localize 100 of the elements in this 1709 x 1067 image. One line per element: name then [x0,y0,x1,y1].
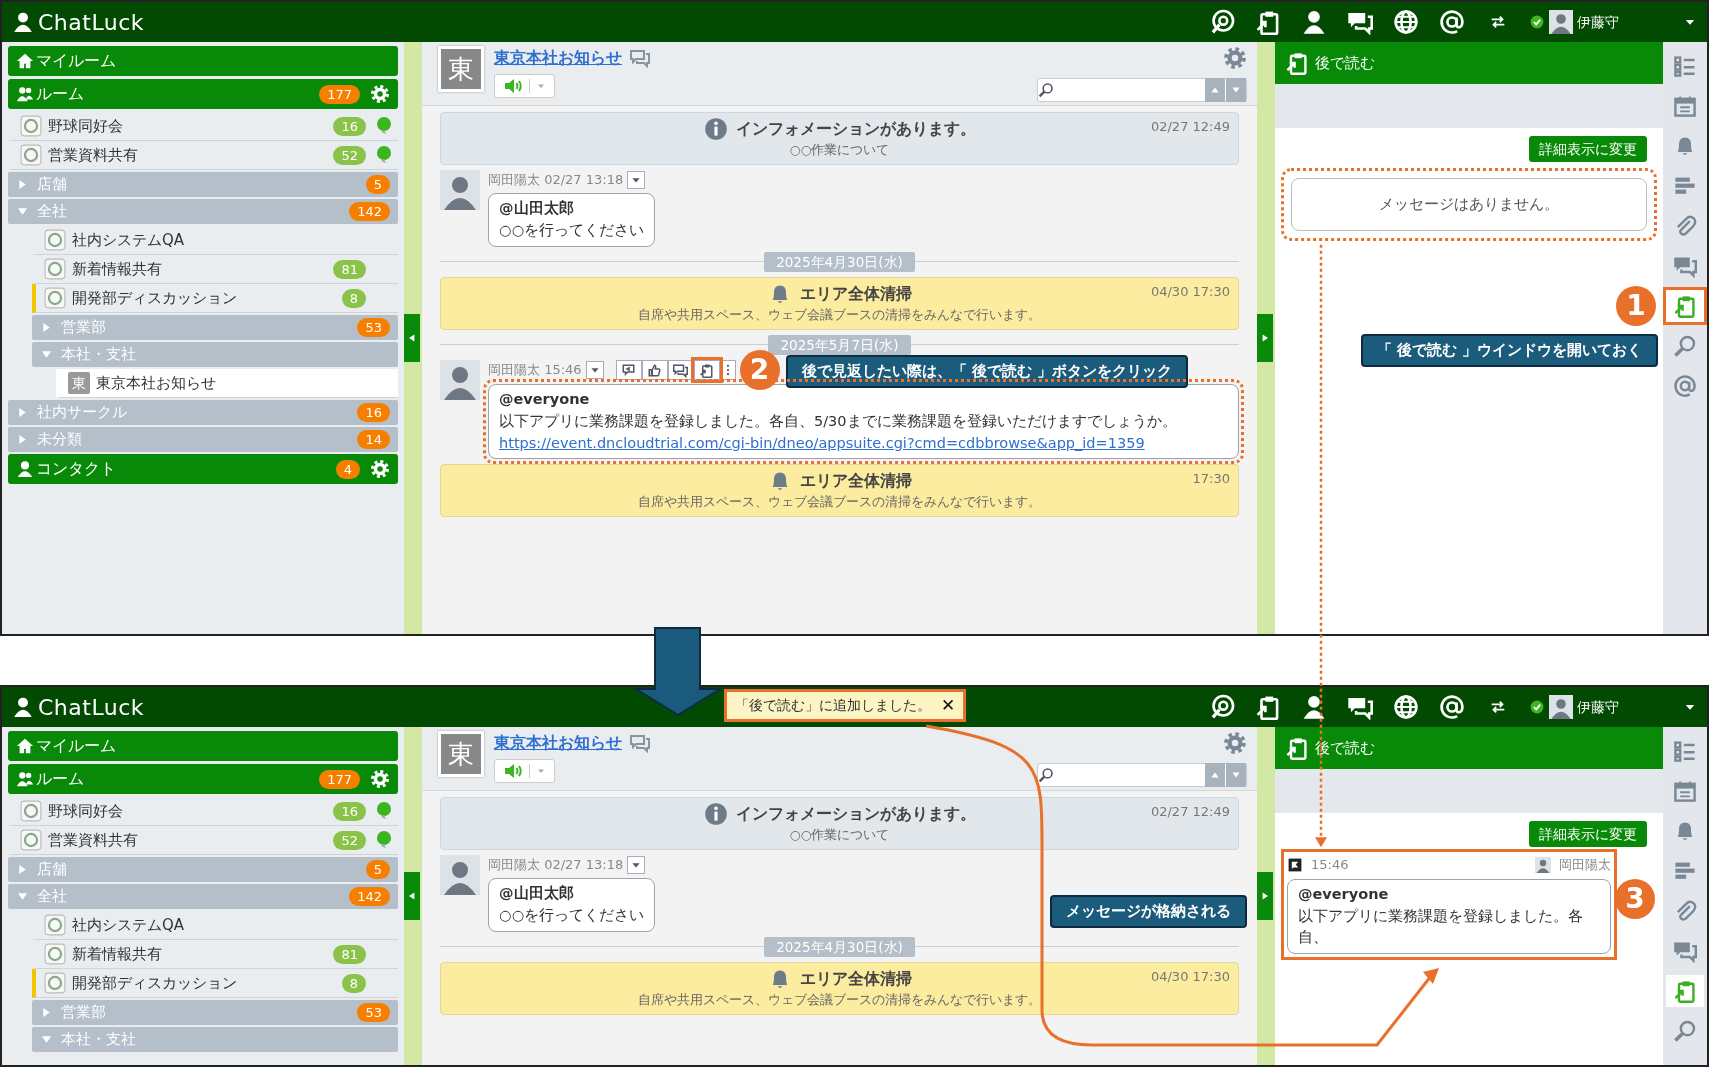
read-later-button[interactable] [693,360,720,380]
scroll-up-button[interactable] [1205,763,1225,787]
sound-toggle[interactable] [494,759,555,783]
user-name[interactable]: 伊藤守 [1577,11,1619,33]
room-item[interactable]: 新着情報共有 81 [32,940,398,969]
user-name[interactable]: 伊藤守 [1577,696,1619,718]
scroll-down-button[interactable] [1226,763,1246,787]
memo-icon[interactable] [630,48,650,68]
room-avatar: 東 [438,731,484,777]
count-badge: 52 [333,830,366,850]
message-body: 以下アプリに業務課題を登録しました。各自、5/30までに業務課題を登録いただけますでしょうか。 [499,411,1178,431]
collapse-handle[interactable] [404,872,420,920]
reply-button[interactable] [615,360,642,380]
mention: @everyone [1298,884,1390,904]
count-badge: 142 [349,202,390,221]
post-menu-button[interactable] [585,361,604,379]
room-item[interactable]: 野球同好会 16 [8,797,398,826]
scroll-down-button[interactable] [1226,78,1246,102]
expand-handle[interactable] [1257,314,1273,362]
settings-icon[interactable] [1223,46,1247,70]
room-avatar: 東 [68,372,90,394]
sidebar-section[interactable]: マイルーム [8,46,398,76]
globe-button[interactable] [1391,692,1421,722]
folder-name: 店舗 [37,859,67,881]
collapse-handle[interactable] [404,314,420,362]
count-badge: 16 [357,403,390,422]
room-item[interactable]: 営業資料共有 52 [8,826,398,855]
readlater-button[interactable] [1666,975,1704,1007]
room-item[interactable]: 営業資料共有 52 [8,141,398,170]
folder-item[interactable]: 店舗 5 [8,857,398,882]
message-body: ○○を行ってください [499,906,645,925]
folder-item[interactable]: 未分類 14 [8,427,398,452]
scroll-up-button[interactable] [1205,78,1225,102]
folder-item[interactable]: 社内サークル 16 [8,400,398,425]
count-badge: 53 [357,318,390,337]
calendar-icon [1673,94,1697,118]
search-field[interactable] [1037,78,1247,102]
people-icon [16,85,34,103]
message-title: インフォメーションがあります。 [735,118,976,140]
globe-button[interactable] [1391,7,1421,37]
sound-toggle[interactable] [494,74,555,98]
memo-icon[interactable] [630,733,650,753]
expand-handle[interactable] [1257,872,1273,920]
folder-item[interactable]: 営業部 53 [32,1000,398,1025]
room-item[interactable]: 新着情報共有 81 [32,255,398,284]
comment-icon [673,362,689,378]
room-name: 新着情報共有 [72,258,162,280]
message-title: エリア全体清掃 [799,968,912,990]
folder-name: 社内サークル [37,402,127,424]
count-badge: 53 [357,1003,390,1022]
room-item[interactable]: 東 東京本社お知らせ [56,369,398,398]
checklist-icon [1673,739,1697,763]
folder-item[interactable]: 営業部 53 [32,315,398,340]
room-item[interactable]: 社内システムQA [32,226,398,255]
settings-icon[interactable] [1223,731,1247,755]
person-avatar [1535,857,1551,873]
room-icon [44,229,66,251]
room-icon [20,800,42,822]
at-sign-button[interactable] [1437,7,1467,37]
clipboard-icon [1285,51,1309,75]
person-avatar [440,169,480,210]
person-avatar [440,854,480,895]
message-link[interactable]: https://event.dncloudtrial.com/cgi-bin/dneo/appsuite.cgi?cmd=cdbbrowse&app_id=1359 [499,434,1145,451]
info-icon [703,802,728,826]
detail-view-button[interactable]: 詳細表示に変更 [1529,821,1647,848]
room-item[interactable]: 社内システムQA [32,911,398,940]
folder-item[interactable]: 全社 142 [8,884,398,909]
sidebar-section[interactable]: コンタクト 4 [8,454,398,484]
clipboard-icon [1673,979,1697,1003]
room-title-link[interactable]: 東京本社お知らせ [494,731,622,755]
sidebar-section[interactable]: ルーム 177 [8,764,398,794]
empty-message-box: メッセージはありません。 [1291,178,1647,231]
room-icon [44,972,66,994]
close-button[interactable]: ✕ [941,695,956,716]
logo-icon [12,11,34,33]
folder-item[interactable]: 店舗 5 [8,172,398,197]
readlater-button[interactable] [1666,290,1704,322]
post-menu-button[interactable] [627,855,646,874]
folder-item[interactable]: 全社 142 [8,199,398,224]
at-sign-button[interactable] [1437,692,1467,722]
search-icon [1673,334,1697,358]
callout: メッセージが格納される [1050,895,1247,928]
user-avatar [1549,695,1573,719]
post-menu-button[interactable] [627,170,646,189]
like-button[interactable] [641,360,668,380]
message-time: 04/30 17:30 [1149,968,1230,986]
sidebar-section[interactable]: ルーム 177 [8,79,398,109]
section-label: マイルーム [36,50,116,72]
search-field[interactable] [1037,763,1247,787]
room-title-link[interactable]: 東京本社お知らせ [494,46,622,70]
person-icon [16,460,34,478]
swap-icon [1489,13,1507,31]
section-label: ルーム [36,768,84,790]
sidebar-section[interactable]: マイルーム [8,731,398,761]
message-text: 自席や共用スペース、ウェブ会議ブースの清掃をみんなで行います。 [638,991,1041,1009]
room-icon [44,914,66,936]
message-title: インフォメーションがあります。 [735,803,976,825]
detail-view-button[interactable]: 詳細表示に変更 [1529,136,1647,163]
count-badge: 52 [333,145,366,165]
room-item[interactable]: 野球同好会 16 [8,112,398,141]
